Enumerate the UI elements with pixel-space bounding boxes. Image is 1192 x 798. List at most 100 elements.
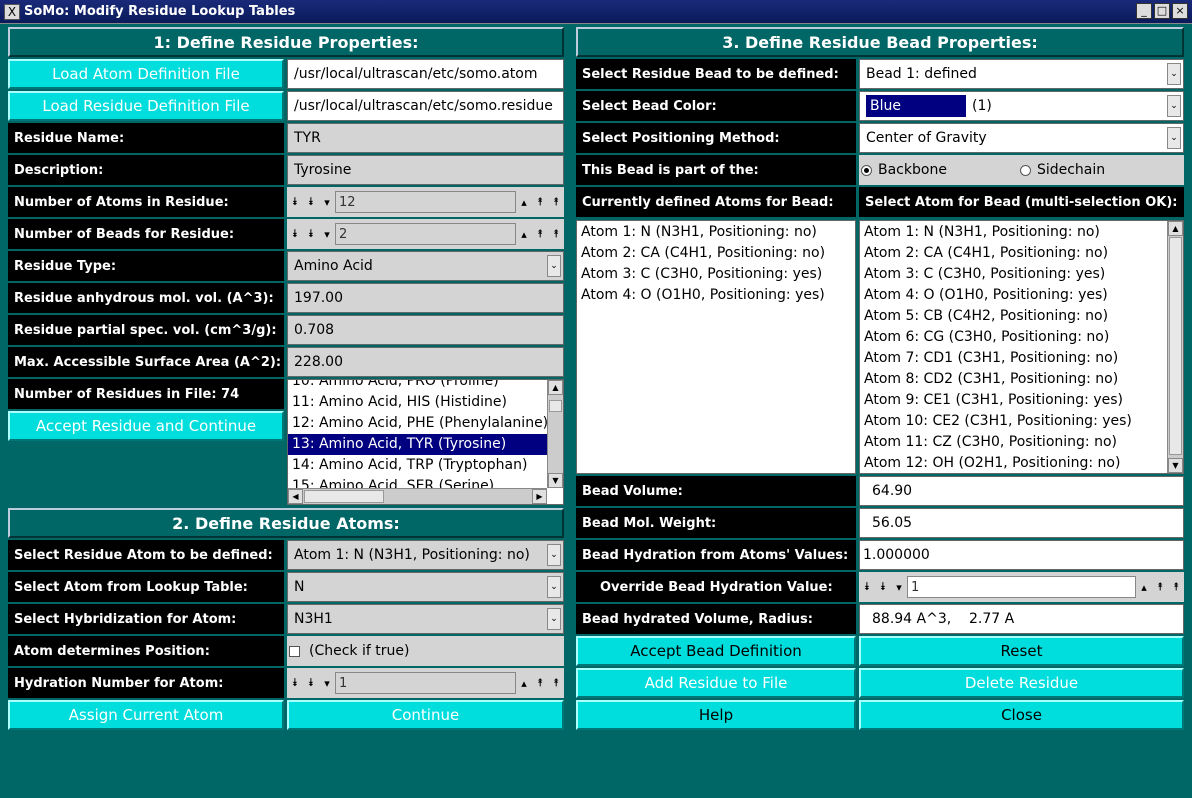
step-decrement-icon[interactable]: ⯯: [303, 669, 319, 697]
atom-position-checkbox[interactable]: [289, 645, 300, 657]
fast-decrement-icon[interactable]: ⯯: [287, 220, 303, 248]
list-item[interactable]: 10: Amino Acid, PRO (Proline): [288, 380, 547, 392]
increment-icon[interactable]: ▴: [516, 188, 532, 216]
residue-list-vscrollbar[interactable]: ▲ ▼: [547, 380, 563, 488]
select-bead-select[interactable]: Bead 1: defined ⌄: [859, 59, 1184, 89]
close-window-button[interactable]: ×: [1172, 3, 1188, 19]
load-atom-definition-button[interactable]: Load Atom Definition File: [8, 59, 284, 89]
anhydrous-vol-field[interactable]: 197.00: [287, 283, 564, 313]
num-beads-spinbox[interactable]: ⯯ ⯯ ▾ 2 ▴ ⯭ ⯭: [287, 219, 564, 249]
minimize-button[interactable]: _: [1136, 3, 1152, 19]
add-residue-button[interactable]: Add Residue to File: [576, 668, 856, 698]
step-increment-icon[interactable]: ⯭: [532, 669, 548, 697]
continue-button[interactable]: Continue: [287, 700, 564, 730]
all-atoms-list[interactable]: Atom 1: N (N3H1, Positioning: no) Atom 2…: [859, 220, 1184, 474]
hybridization-select[interactable]: N3H1 ⌄: [287, 604, 564, 634]
accept-residue-button[interactable]: Accept Residue and Continue: [8, 411, 284, 441]
current-atoms-list[interactable]: Atom 1: N (N3H1, Positioning: no) Atom 2…: [576, 220, 856, 474]
num-atoms-spinbox[interactable]: ⯯ ⯯ ▾ 12 ▴ ⯭ ⯭: [287, 187, 564, 217]
chevron-down-icon[interactable]: ⌄: [547, 608, 561, 630]
hydration-number-spinbox[interactable]: ⯯ ⯯ ▾ 1 ▴ ⯭ ⯭: [287, 668, 564, 698]
chevron-down-icon[interactable]: ⌄: [547, 255, 561, 277]
scroll-down-icon[interactable]: ▼: [548, 473, 563, 488]
reset-button[interactable]: Reset: [859, 636, 1184, 666]
step-increment-icon[interactable]: ⯭: [532, 220, 548, 248]
list-item[interactable]: Atom 1: N (N3H1, Positioning: no): [860, 222, 1167, 243]
scroll-down-icon[interactable]: ▼: [1168, 458, 1183, 473]
list-item-selected[interactable]: 13: Amino Acid, TYR (Tyrosine): [288, 434, 547, 455]
step-decrement-icon[interactable]: ⯯: [303, 220, 319, 248]
residue-file-path-field[interactable]: /usr/local/ultrascan/etc/somo.residue: [287, 91, 564, 121]
list-item[interactable]: Atom 12: OH (O2H1, Positioning: no): [860, 453, 1167, 473]
list-item[interactable]: Atom 4: O (O1H0, Positioning: yes): [860, 285, 1167, 306]
chevron-down-icon[interactable]: ⌄: [1167, 63, 1181, 85]
list-item[interactable]: Atom 8: CD2 (C3H1, Positioning: no): [860, 369, 1167, 390]
decrement-icon[interactable]: ▾: [319, 669, 335, 697]
list-item[interactable]: Atom 10: CE2 (C3H1, Positioning: yes): [860, 411, 1167, 432]
chevron-down-icon[interactable]: ⌄: [1167, 127, 1181, 149]
asa-field[interactable]: 228.00: [287, 347, 564, 377]
assign-current-atom-button[interactable]: Assign Current Atom: [8, 700, 284, 730]
atom-file-path-field[interactable]: /usr/local/ultrascan/etc/somo.atom: [287, 59, 564, 89]
override-hydration-value[interactable]: 1: [907, 576, 1136, 598]
residue-list[interactable]: 10: Amino Acid, PRO (Proline) 11: Amino …: [287, 379, 564, 505]
fast-decrement-icon[interactable]: ⯯: [287, 188, 303, 216]
partial-spec-vol-field[interactable]: 0.708: [287, 315, 564, 345]
chevron-down-icon[interactable]: ⌄: [547, 576, 561, 598]
hydration-number-value[interactable]: 1: [335, 672, 516, 694]
list-item[interactable]: Atom 6: CG (C3H0, Positioning: no): [860, 327, 1167, 348]
scroll-thumb[interactable]: [549, 400, 562, 412]
increment-icon[interactable]: ▴: [516, 220, 532, 248]
fast-decrement-icon[interactable]: ⯯: [859, 573, 875, 601]
step-decrement-icon[interactable]: ⯯: [875, 573, 891, 601]
list-item[interactable]: Atom 2: CA (C4H1, Positioning: no): [577, 243, 855, 264]
list-item[interactable]: 14: Amino Acid, TRP (Tryptophan): [288, 455, 547, 476]
fast-increment-icon[interactable]: ⯭: [1168, 573, 1184, 601]
scroll-right-icon[interactable]: ▶: [532, 489, 547, 504]
fast-increment-icon[interactable]: ⯭: [548, 669, 564, 697]
sidechain-radio[interactable]: [1019, 164, 1031, 176]
residue-type-select[interactable]: Amino Acid ⌄: [287, 251, 564, 281]
residue-list-hscrollbar[interactable]: ◀ ▶: [288, 488, 547, 504]
atom-position-checkbox-row[interactable]: (Check if true): [287, 636, 564, 666]
load-residue-definition-button[interactable]: Load Residue Definition File: [8, 91, 284, 121]
list-item[interactable]: Atom 1: N (N3H1, Positioning: no): [577, 222, 855, 243]
list-item[interactable]: Atom 7: CD1 (C3H1, Positioning: no): [860, 348, 1167, 369]
help-button[interactable]: Help: [576, 700, 856, 730]
close-button[interactable]: Close: [859, 700, 1184, 730]
scroll-up-icon[interactable]: ▲: [548, 380, 563, 395]
list-item[interactable]: Atom 4: O (O1H0, Positioning: yes): [577, 285, 855, 306]
list-item[interactable]: Atom 9: CE1 (C3H1, Positioning: yes): [860, 390, 1167, 411]
list-item[interactable]: Atom 5: CB (C4H2, Positioning: no): [860, 306, 1167, 327]
positioning-method-select[interactable]: Center of Gravity ⌄: [859, 123, 1184, 153]
increment-icon[interactable]: ▴: [516, 669, 532, 697]
scroll-left-icon[interactable]: ◀: [288, 489, 303, 504]
list-item[interactable]: Atom 3: C (C3H0, Positioning: yes): [577, 264, 855, 285]
maximize-button[interactable]: □: [1154, 3, 1170, 19]
backbone-radio[interactable]: [861, 164, 872, 176]
bead-mol-weight-field[interactable]: 56.05: [859, 508, 1184, 538]
bead-volume-field[interactable]: 64.90: [859, 476, 1184, 506]
hydrated-volume-field[interactable]: 88.94 A^3, 2.77 A: [859, 604, 1184, 634]
delete-residue-button[interactable]: Delete Residue: [859, 668, 1184, 698]
list-item[interactable]: Atom 2: CA (C4H1, Positioning: no): [860, 243, 1167, 264]
all-atoms-vscrollbar[interactable]: ▲ ▼: [1167, 221, 1183, 473]
scroll-thumb[interactable]: [304, 490, 384, 503]
num-beads-value[interactable]: 2: [335, 223, 516, 245]
lookup-atom-select[interactable]: N ⌄: [287, 572, 564, 602]
x-window-icon[interactable]: X: [4, 3, 20, 20]
scroll-up-icon[interactable]: ▲: [1168, 221, 1183, 236]
scroll-thumb[interactable]: [1169, 237, 1182, 455]
step-increment-icon[interactable]: ⯭: [532, 188, 548, 216]
fast-increment-icon[interactable]: ⯭: [548, 220, 564, 248]
bead-hydration-field[interactable]: 1.000000: [859, 540, 1184, 570]
fast-decrement-icon[interactable]: ⯯: [287, 669, 303, 697]
chevron-down-icon[interactable]: ⌄: [1167, 95, 1181, 117]
select-residue-atom-select[interactable]: Atom 1: N (N3H1, Positioning: no) ⌄: [287, 540, 564, 570]
residue-name-field[interactable]: TYR: [287, 123, 564, 153]
step-increment-icon[interactable]: ⯭: [1152, 573, 1168, 601]
decrement-icon[interactable]: ▾: [319, 220, 335, 248]
increment-icon[interactable]: ▴: [1136, 573, 1152, 601]
decrement-icon[interactable]: ▾: [319, 188, 335, 216]
fast-increment-icon[interactable]: ⯭: [548, 188, 564, 216]
